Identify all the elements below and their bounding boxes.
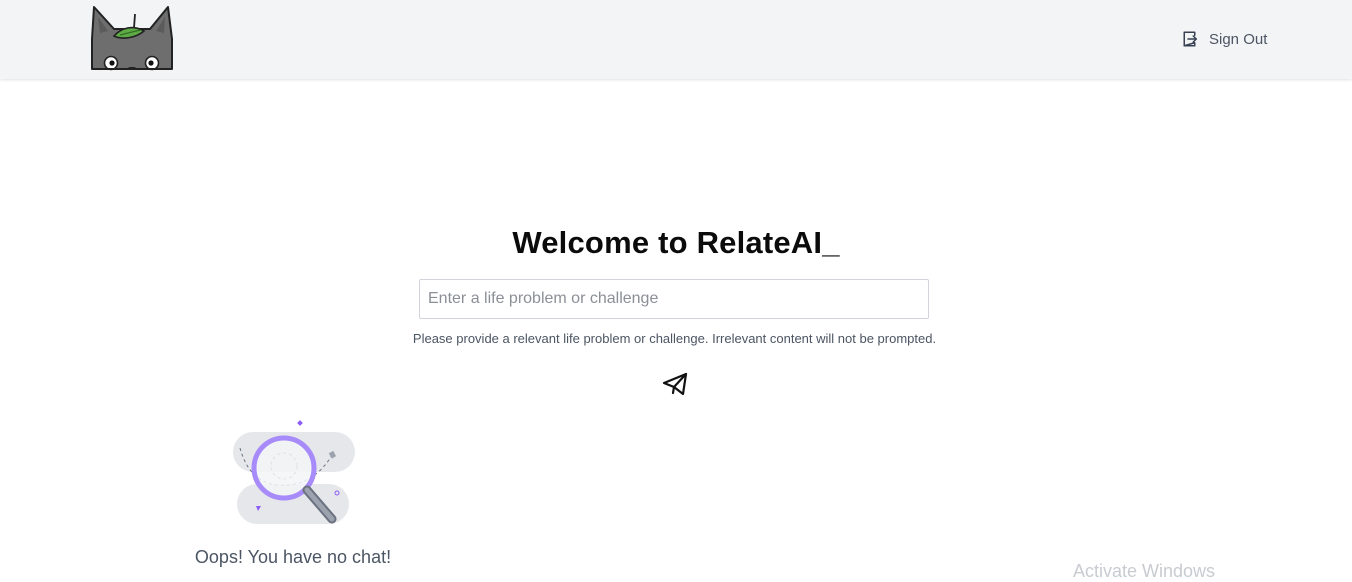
paper-plane-icon — [662, 372, 688, 396]
sign-out-button[interactable]: Sign Out — [1182, 28, 1267, 50]
magnifying-glass-illustration — [233, 420, 355, 524]
activate-windows-watermark: Activate Windows — [1073, 561, 1216, 581]
sign-out-icon — [1183, 31, 1197, 47]
sign-out-label: Sign Out — [1209, 30, 1268, 48]
top-navbar: Sign Out — [0, 0, 1352, 79]
totoro-peeking-logo[interactable] — [88, 5, 176, 73]
problem-input[interactable] — [419, 279, 929, 319]
empty-chat-message: Oops! You have no chat! — [194, 547, 392, 567]
send-button[interactable] — [661, 371, 689, 397]
page-title: Welcome to RelateAI_ — [512, 225, 840, 260]
input-hint: Please provide a relevant life problem o… — [412, 331, 937, 346]
